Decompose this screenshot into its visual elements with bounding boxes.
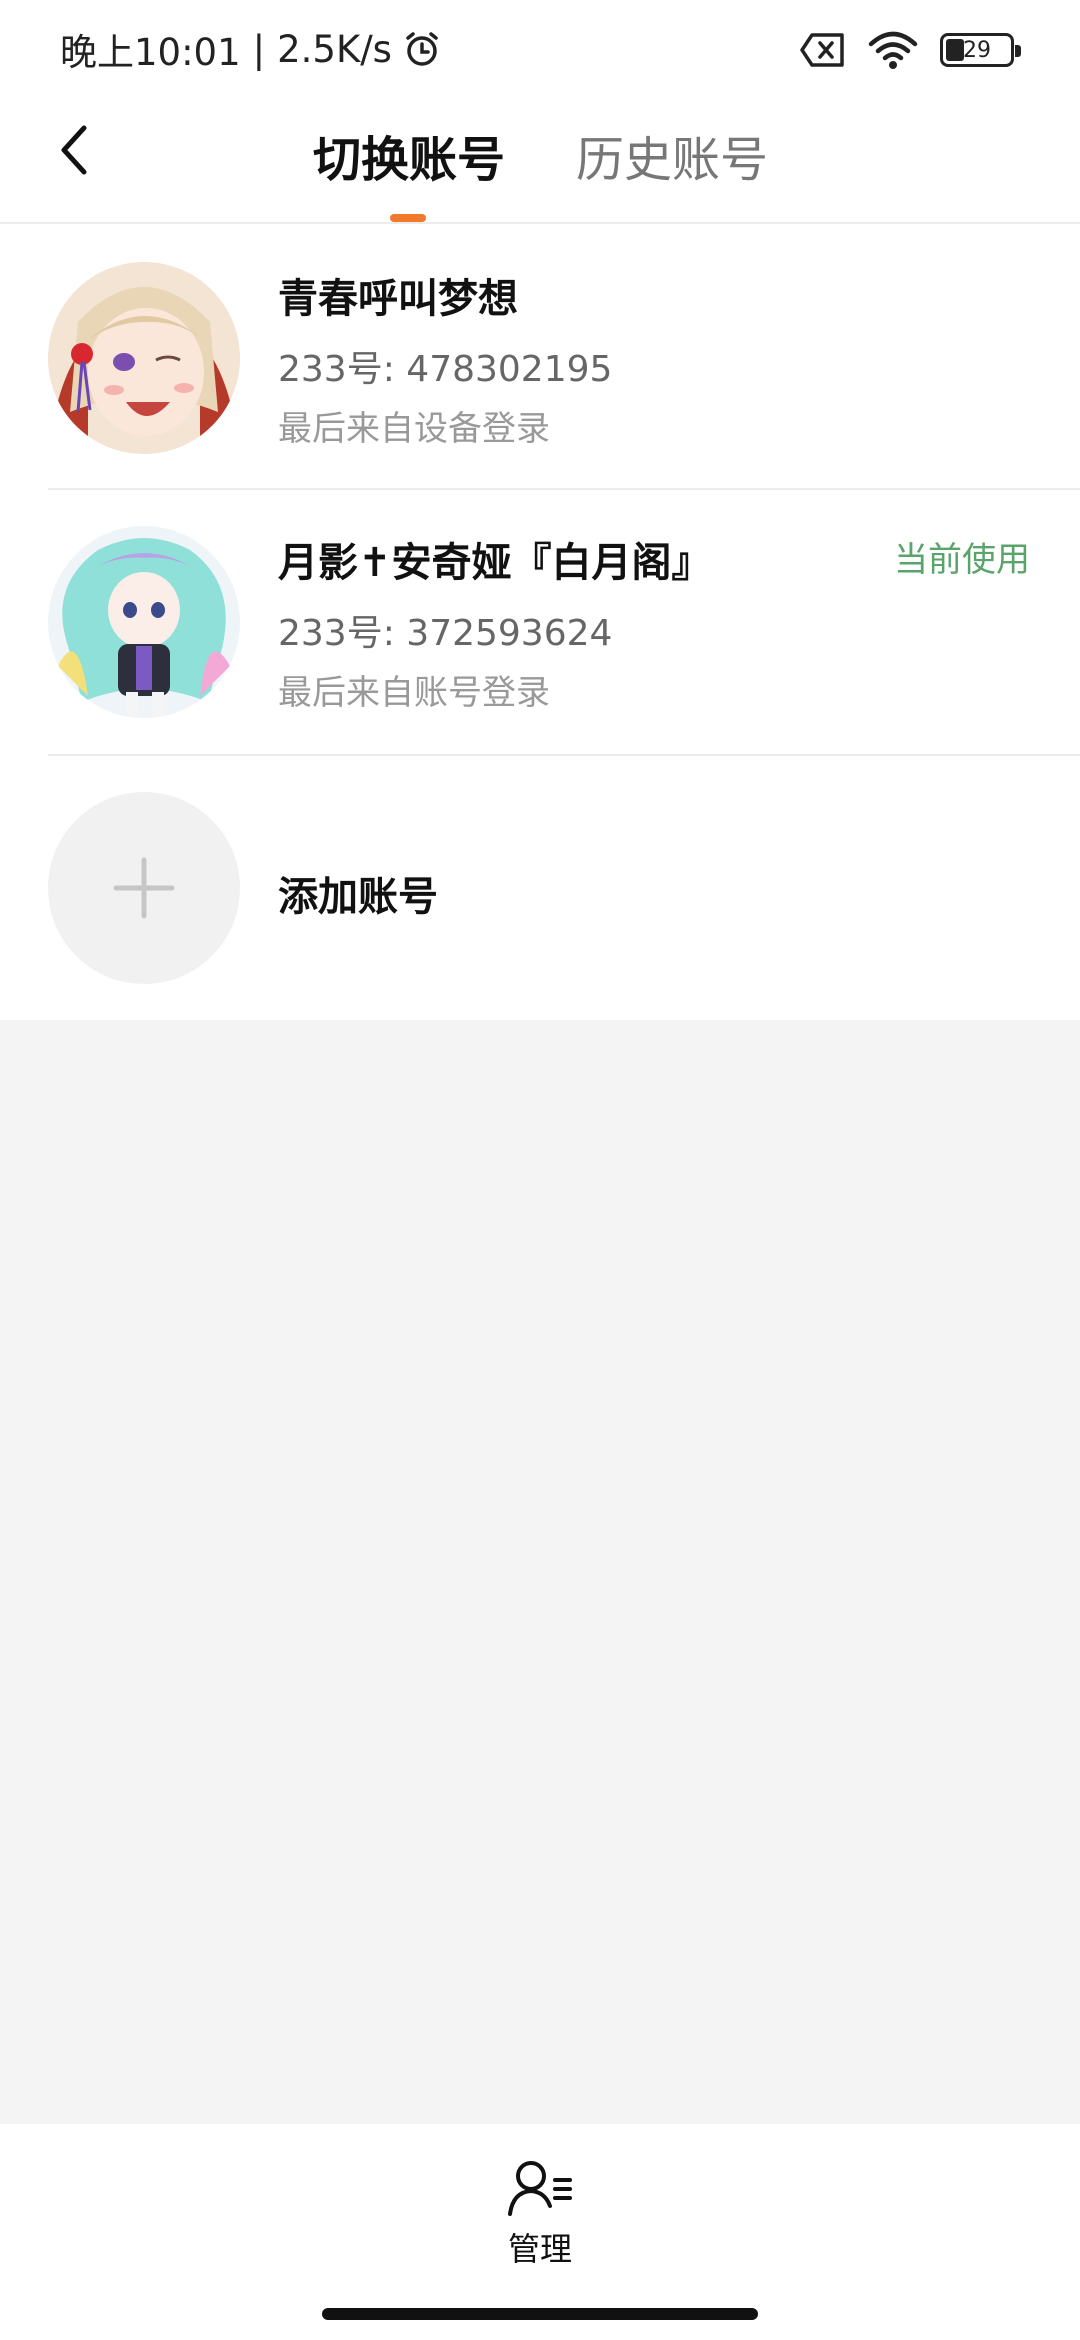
home-indicator[interactable] [322,2308,758,2320]
account-name: 月影✝安奇娅『白月阁』 [278,540,712,586]
alarm-icon [406,32,438,66]
back-button[interactable] [44,120,104,180]
account-uid: 233号: 478302195 [278,349,613,390]
avatar-image [48,262,240,454]
status-right: 29 [800,24,1021,76]
sim-off-icon [800,33,844,67]
tab-history-account[interactable]: 历史账号 [576,120,768,190]
add-account-row[interactable]: 添加账号 [0,756,1080,1020]
status-left: 晚上10:01 | 2.5K/s [60,22,442,76]
user-manage-icon [508,2161,572,2216]
account-name: 青春呼叫梦想 [278,276,518,322]
plus-icon [113,857,175,919]
status-time: 晚上10:01 [60,31,241,74]
status-bar: 晚上10:01 | 2.5K/s 29 [0,0,1080,96]
status-net-speed: 2.5K/s [277,27,392,71]
account-uid: 233号: 372593624 [278,613,613,654]
status-separator: | [252,27,266,71]
account-last-login: 最后来自账号登录 [278,673,550,713]
wifi-icon [868,31,918,69]
account-row-2[interactable]: 月影✝安奇娅『白月阁』 233号: 372593624 最后来自账号登录 当前使… [0,490,1080,754]
account-row-1[interactable]: 青春呼叫梦想 233号: 478302195 最后来自设备登录 [0,226,1080,490]
battery-icon: 29 [940,33,1021,67]
add-account-label: 添加账号 [278,874,438,920]
chevron-left-icon [61,125,87,175]
tab-switch-account[interactable]: 切换账号 [313,120,505,190]
account-last-login: 最后来自设备登录 [278,409,550,449]
avatar [48,262,240,454]
bottom-bar: 管理 [0,2124,1080,2340]
manage-label: 管理 [507,2230,572,2268]
manage-button[interactable]: 管理 [490,2158,590,2278]
tab-indicator [390,214,426,222]
battery-nub [1015,45,1021,57]
battery-level: 29 [963,37,991,63]
current-account-badge: 当前使用 [894,540,1030,580]
avatar-image [48,526,240,718]
add-account-button[interactable] [48,792,240,984]
avatar [48,526,240,718]
header: 切换账号 历史账号 [0,96,1080,224]
